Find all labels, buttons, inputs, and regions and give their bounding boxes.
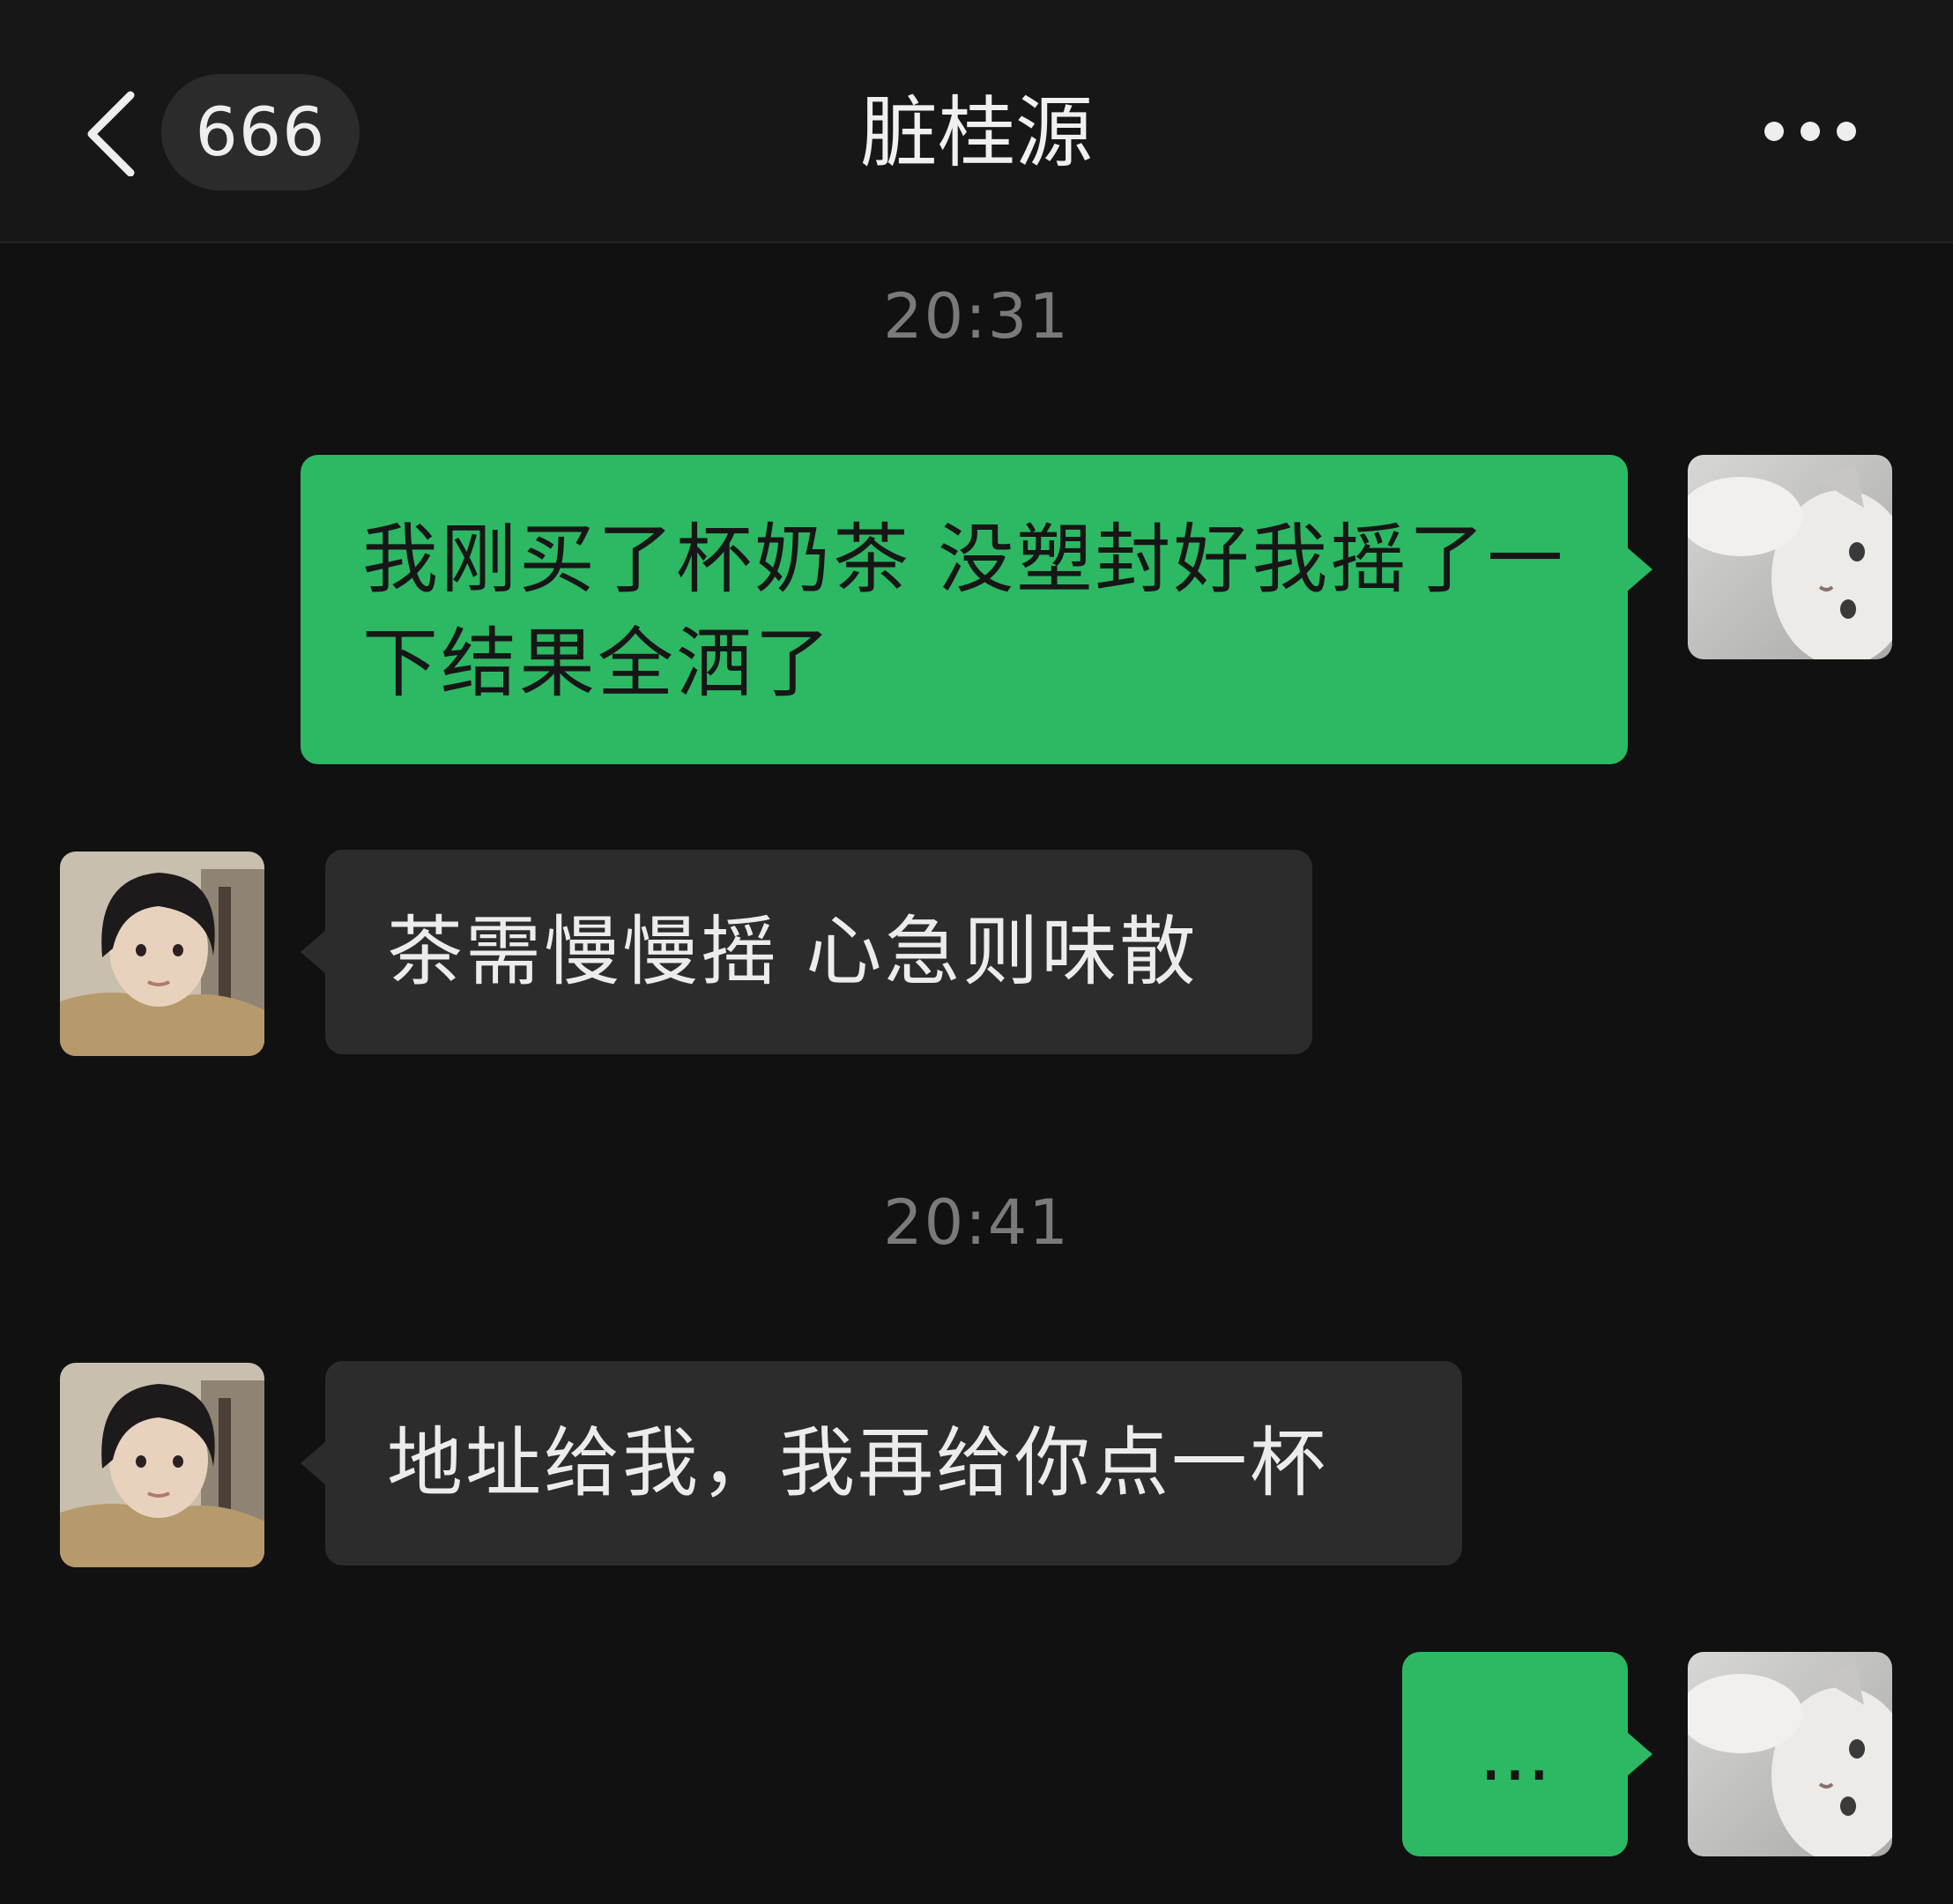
message-text: ...	[1478, 1710, 1551, 1798]
back-button[interactable]	[78, 88, 148, 176]
unread-count-badge[interactable]: 666	[161, 74, 360, 190]
timestamp: 20:31	[883, 280, 1070, 353]
message-bubble-sent[interactable]: 我刚买了杯奶茶 没塑封好我摇了一下结果全洒了	[301, 455, 1652, 764]
more-options-button[interactable]	[1759, 111, 1861, 153]
message-text: 我刚买了杯奶茶 没塑封好我摇了一下结果全洒了	[362, 516, 1566, 708]
timestamp: 20:41	[883, 1186, 1070, 1259]
contact-avatar[interactable]	[60, 1363, 264, 1567]
cat-avatar[interactable]	[1688, 455, 1892, 659]
chevron-left-icon	[87, 91, 135, 176]
chat-screen: 666 脏桂源 20:31 我刚买了杯奶茶 没塑封好我摇了一下结果全洒了 茶需慢…	[0, 0, 1953, 1904]
message-bubble-sent[interactable]: ...	[1402, 1652, 1652, 1856]
message-text: 茶需慢慢摇 心急则味散	[387, 908, 1199, 996]
contact-avatar[interactable]	[60, 852, 264, 1056]
message-bubble-received[interactable]: 茶需慢慢摇 心急则味散	[301, 850, 1312, 1054]
cat-avatar[interactable]	[1688, 1652, 1892, 1856]
chat-header: 666 脏桂源	[0, 0, 1953, 243]
message-bubble-received[interactable]: 地址给我，我再给你点一杯	[301, 1361, 1462, 1566]
message-text: 地址给我，我再给你点一杯	[387, 1419, 1328, 1507]
